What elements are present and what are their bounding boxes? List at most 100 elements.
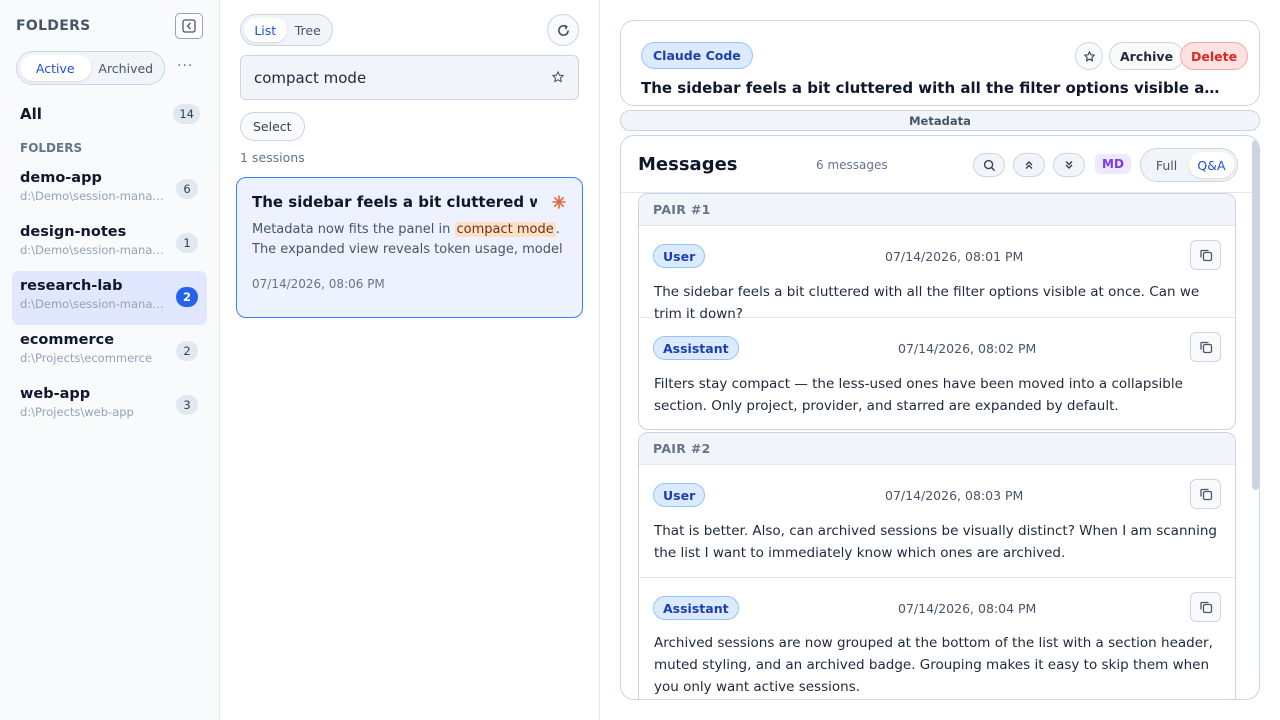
expand-all-button[interactable]: [1053, 153, 1085, 177]
markdown-toggle[interactable]: MD: [1095, 154, 1131, 174]
folder-path: d:\Demo\session-manager\demo-app: [20, 189, 170, 203]
view-mode-toggle: List Tree: [240, 14, 333, 46]
copy-icon: [1199, 341, 1212, 354]
session-title: The sidebar feels a bit cluttered with a…: [252, 193, 537, 211]
folder-name: demo-app: [20, 170, 102, 186]
session-snippet: Metadata now fits the panel in compact m…: [252, 220, 567, 260]
folder-count-badge: 1: [176, 233, 198, 253]
copy-button[interactable]: [1190, 240, 1221, 270]
delete-button[interactable]: Delete: [1180, 42, 1249, 70]
role-badge: Assistant: [653, 336, 739, 360]
folder-name: research-lab: [20, 278, 123, 294]
select-button[interactable]: Select: [240, 112, 305, 141]
session-timestamp: 07/14/2026, 08:06 PM: [252, 277, 385, 291]
message-pair: PAIR #1 User 07/14/2026, 08:01 PM The si…: [638, 193, 1236, 430]
copy-icon: [1199, 488, 1212, 501]
copy-button[interactable]: [1190, 592, 1221, 622]
folder-count-badge: 6: [176, 179, 198, 199]
messages-count: 6 messages: [816, 158, 888, 172]
claude-sparkle-icon: [552, 195, 566, 209]
chevrons-up-icon: [1025, 161, 1033, 169]
collapse-sidebar-button[interactable]: [175, 13, 203, 39]
search-highlight: compact mode: [454, 222, 556, 237]
folder-all[interactable]: All 14: [20, 104, 200, 124]
messages-title: Messages: [638, 154, 738, 175]
session-card[interactable]: The sidebar feels a bit cluttered with a…: [236, 177, 583, 318]
folder-count-badge: 2: [176, 341, 198, 361]
snippet-text: Metadata now fits the panel in: [252, 222, 455, 237]
folder-item-web-app[interactable]: web-app d:\Projects\web-app 3: [12, 379, 207, 433]
messages-scrollbar[interactable]: [1252, 140, 1259, 490]
refresh-button[interactable]: [547, 14, 579, 46]
folder-name: web-app: [20, 386, 91, 402]
search-box: [240, 55, 579, 100]
message-assistant: Assistant 07/14/2026, 08:02 PM Filters s…: [639, 318, 1235, 429]
folders-section-label: FOLDERS: [20, 141, 83, 155]
message-timestamp: 07/14/2026, 08:02 PM: [898, 341, 1037, 356]
copy-button[interactable]: [1190, 332, 1221, 362]
messages-header: Messages 6 messages MD Full Q&A: [621, 136, 1259, 193]
folder-item-design-notes[interactable]: design-notes d:\Demo\session-manager\des…: [12, 217, 207, 271]
session-detail-title: The sidebar feels a bit cluttered with a…: [641, 79, 1221, 97]
message-timestamp: 07/14/2026, 08:04 PM: [898, 601, 1037, 616]
folder-count-badge: 2: [176, 287, 198, 307]
message-text: That is better. Also, can archived sessi…: [654, 523, 1217, 561]
tab-tree[interactable]: Tree: [287, 18, 330, 42]
folder-item-demo-app[interactable]: demo-app d:\Demo\session-manager\demo-ap…: [12, 163, 207, 217]
session-list-panel: List Tree Select 1 sessions The sidebar …: [220, 0, 600, 720]
search-messages-button[interactable]: [973, 153, 1005, 177]
message-timestamp: 07/14/2026, 08:01 PM: [885, 249, 1024, 264]
folder-path: d:\Projects\ecommerce: [20, 351, 153, 365]
folder-name: design-notes: [20, 224, 127, 240]
copy-icon: [1199, 601, 1212, 614]
folder-item-research-lab[interactable]: research-lab d:\Demo\session-manager\res…: [12, 271, 207, 325]
message-assistant: Assistant 07/14/2026, 08:04 PM Archived …: [639, 578, 1235, 699]
chevrons-down-icon: [1065, 161, 1073, 169]
tab-archived[interactable]: Archived: [91, 55, 162, 81]
refresh-icon: [557, 24, 569, 36]
role-badge: User: [653, 244, 706, 268]
provider-badge: Claude Code: [641, 42, 753, 69]
pair-label: PAIR #1: [639, 194, 1235, 226]
message-timestamp: 07/14/2026, 08:03 PM: [885, 488, 1024, 503]
tab-full[interactable]: Full: [1144, 152, 1189, 178]
tab-list[interactable]: List: [244, 18, 287, 42]
tab-active[interactable]: Active: [20, 55, 91, 81]
messages-panel: Messages 6 messages MD Full Q&A PAIR #1 …: [620, 135, 1260, 700]
tab-qa[interactable]: Q&A: [1189, 152, 1234, 178]
metadata-toggle[interactable]: Metadata: [620, 110, 1260, 131]
message-pair: PAIR #2 User 07/14/2026, 08:03 PM That i…: [638, 432, 1236, 699]
message-user: User 07/14/2026, 08:03 PM That is better…: [639, 465, 1235, 578]
star-filter-icon[interactable]: [551, 70, 565, 84]
copy-icon: [1199, 249, 1212, 262]
role-badge: Assistant: [653, 596, 739, 620]
more-options-button[interactable]: ···: [177, 58, 193, 74]
message-user: User 07/14/2026, 08:01 PM The sidebar fe…: [639, 226, 1235, 322]
folder-path: d:\Demo\session-manager\design-notes: [20, 243, 170, 257]
detail-header: Claude Code Archive Delete The sidebar f…: [620, 20, 1260, 106]
archive-button[interactable]: Archive: [1109, 42, 1185, 70]
all-label: All: [20, 105, 42, 123]
folder-sidebar: FOLDERS Active Archived ··· All 14 FOLDE…: [0, 0, 220, 720]
search-input[interactable]: [254, 56, 544, 99]
session-detail-panel: Claude Code Archive Delete The sidebar f…: [600, 0, 1280, 720]
star-button[interactable]: [1075, 42, 1103, 70]
folder-count-badge: 3: [176, 395, 198, 415]
search-icon: [983, 159, 995, 171]
sidebar-header: FOLDERS: [16, 18, 91, 34]
folder-name: ecommerce: [20, 332, 115, 348]
message-text: Filters stay compact — the less-used one…: [654, 376, 1183, 414]
folder-status-toggle: Active Archived: [16, 51, 165, 85]
copy-button[interactable]: [1190, 479, 1221, 509]
folder-item-ecommerce[interactable]: ecommerce d:\Projects\ecommerce 2: [12, 325, 207, 379]
sessions-count: 1 sessions: [240, 150, 305, 165]
collapse-all-button[interactable]: [1013, 153, 1045, 177]
role-badge: User: [653, 483, 706, 507]
message-mode-toggle: Full Q&A: [1140, 148, 1238, 182]
folder-path: d:\Demo\session-manager\research-lab: [20, 297, 170, 311]
star-icon: [1083, 50, 1095, 61]
message-text: Archived sessions are now grouped at the…: [654, 635, 1213, 695]
all-count-badge: 14: [173, 104, 200, 124]
pair-label: PAIR #2: [639, 433, 1235, 465]
folder-path: d:\Projects\web-app: [20, 405, 134, 419]
